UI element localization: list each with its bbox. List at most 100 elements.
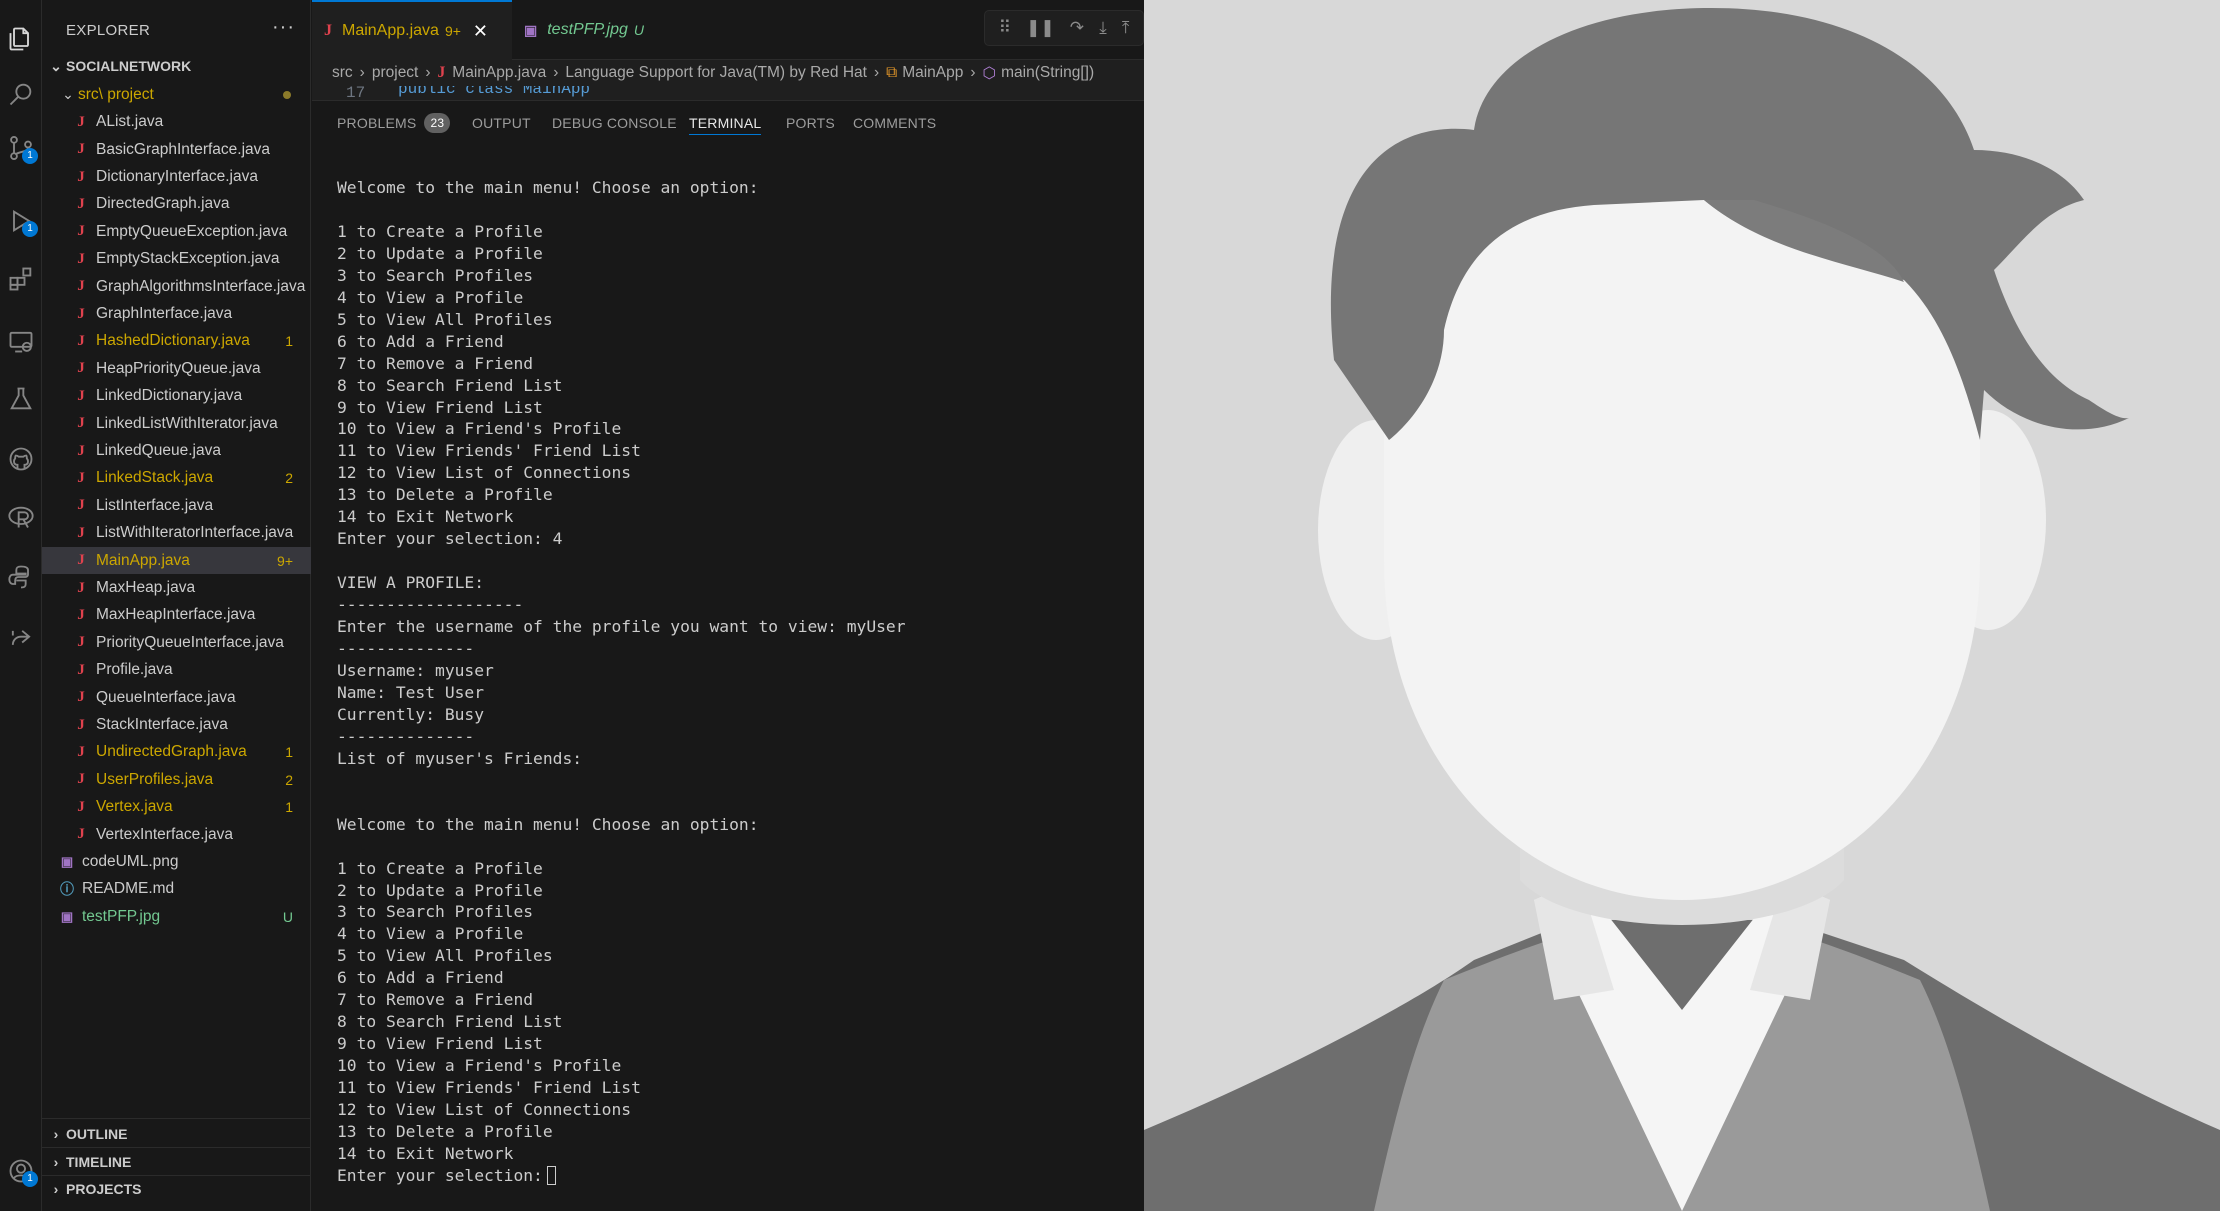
remote-explorer-icon[interactable]	[0, 320, 42, 362]
run-debug-icon[interactable]: 1	[0, 200, 42, 242]
file-item[interactable]: J DictionaryInterface.java	[42, 163, 311, 191]
chevron-right-icon: ›	[425, 64, 431, 81]
file-item[interactable]: J ListWithIteratorInterface.java	[42, 520, 311, 548]
tab-output[interactable]: OUTPUT	[472, 111, 531, 135]
file-item[interactable]: J MainApp.java 9+	[42, 546, 311, 575]
file-item[interactable]: J EmptyStackException.java	[42, 246, 311, 274]
terminal-line: 1 to Create a Profile	[337, 221, 543, 241]
close-icon[interactable]: ✕	[473, 21, 488, 42]
terminal-line: --------------	[337, 726, 475, 746]
r-icon[interactable]	[0, 496, 42, 538]
search-icon[interactable]	[0, 73, 42, 115]
testing-icon[interactable]	[0, 378, 42, 420]
image-preview-testpfp	[1144, 0, 2220, 1211]
file-item[interactable]: J MaxHeap.java	[42, 574, 311, 602]
folder-src-project[interactable]: ⌄ src\ project	[42, 81, 311, 109]
file-item[interactable]: J GraphInterface.java	[42, 300, 311, 328]
file-item[interactable]: J UserProfiles.java 2	[42, 766, 311, 794]
more-actions-icon[interactable]: ···	[272, 16, 295, 39]
tab-mainapp-java[interactable]: J MainApp.java 9+ ✕	[312, 0, 512, 60]
tab-problems[interactable]: PROBLEMS 23	[337, 111, 451, 135]
section-outline[interactable]: › OUTLINE	[42, 1121, 311, 1147]
terminal-prompt-line[interactable]: Enter your selection:	[337, 1165, 1137, 1187]
chevron-right-icon: ›	[359, 64, 365, 81]
folder-label: src\ project	[78, 85, 154, 103]
section-projects[interactable]: › PROJECTS	[42, 1176, 311, 1202]
file-item[interactable]: J Vertex.java 1	[42, 794, 311, 822]
default-avatar-image	[1144, 0, 2220, 1211]
terminal-line: 14 to Exit Network	[337, 507, 514, 527]
step-out-icon[interactable]: ⤒	[1122, 18, 1130, 38]
file-item[interactable]: J LinkedQueue.java	[42, 437, 311, 465]
step-over-icon[interactable]: ↷	[1070, 18, 1084, 38]
file-item[interactable]: J LinkedStack.java 2	[42, 465, 311, 493]
section-label: OUTLINE	[66, 1126, 128, 1142]
file-name: Profile.java	[96, 661, 173, 679]
java-file-icon: J	[77, 360, 85, 377]
breadcrumb-project[interactable]: project	[372, 64, 419, 82]
accounts-icon[interactable]: 1	[0, 1150, 42, 1192]
source-control-icon[interactable]: 1	[0, 127, 42, 169]
file-item[interactable]: J ListInterface.java	[42, 492, 311, 520]
tab-git-status: U	[633, 22, 644, 38]
breadcrumb-file[interactable]: MainApp.java	[452, 64, 546, 82]
file-item[interactable]: J HashedDictionary.java 1	[42, 328, 311, 356]
python-icon[interactable]	[0, 556, 42, 598]
file-item[interactable]: J QueueInterface.java	[42, 684, 311, 712]
file-item[interactable]: J EmptyQueueException.java	[42, 218, 311, 246]
file-item[interactable]: ▣ codeUML.png	[42, 848, 311, 876]
terminal-line: 9 to View Friend List	[337, 397, 543, 417]
explorer-icon[interactable]	[0, 18, 42, 60]
java-file-icon: J	[77, 798, 85, 815]
section-label: TIMELINE	[66, 1154, 132, 1170]
file-item[interactable]: J BasicGraphInterface.java	[42, 136, 311, 164]
breadcrumb-method[interactable]: main(String[])	[1001, 64, 1094, 82]
live-share-icon[interactable]	[0, 618, 42, 660]
breadcrumb-src[interactable]: src	[332, 64, 353, 82]
file-item[interactable]: J LinkedListWithIterator.java	[42, 410, 311, 438]
breadcrumb-language[interactable]: Language Support for Java(TM) by Red Hat	[565, 64, 867, 82]
file-item[interactable]: ⓘ README.md	[42, 876, 311, 904]
drag-handle-icon[interactable]: ⠿	[999, 18, 1011, 38]
file-item[interactable]: J GraphAlgorithmsInterface.java	[42, 273, 311, 301]
tab-comments[interactable]: COMMENTS	[853, 111, 936, 135]
file-item[interactable]: ▣ testPFP.jpg U	[42, 903, 311, 931]
file-name: HashedDictionary.java	[96, 332, 250, 350]
explorer-sidebar: EXPLORER ··· ⌄ SOCIALNETWORK ⌄ src\ proj…	[42, 0, 311, 1211]
chevron-down-icon: ⌄	[50, 57, 62, 74]
file-name: QueueInterface.java	[96, 688, 236, 706]
terminal-line: Name: Test User	[337, 682, 485, 702]
file-item[interactable]: J UndirectedGraph.java 1	[42, 739, 311, 767]
code-editor[interactable]: 17 public class MainApp	[312, 86, 1144, 100]
github-icon[interactable]	[0, 438, 42, 480]
file-item[interactable]: J MaxHeapInterface.java	[42, 602, 311, 630]
line-number: 17	[346, 86, 366, 100]
tab-ports[interactable]: PORTS	[786, 111, 835, 135]
file-item[interactable]: J AList.java	[42, 109, 311, 137]
tab-testpfp-jpg[interactable]: ▣ testPFP.jpg U	[512, 0, 672, 60]
file-item[interactable]: J Profile.java	[42, 657, 311, 685]
terminal-cursor	[546, 1165, 556, 1185]
file-item[interactable]: J PriorityQueueInterface.java	[42, 629, 311, 657]
activity-bar: 1 1 1	[0, 0, 42, 1211]
file-item[interactable]: J HeapPriorityQueue.java	[42, 355, 311, 383]
pause-icon[interactable]: ❚❚	[1026, 18, 1055, 38]
section-timeline[interactable]: › TIMELINE	[42, 1149, 311, 1175]
file-item[interactable]: J StackInterface.java	[42, 711, 311, 739]
tab-terminal[interactable]: TERMINAL	[689, 111, 762, 135]
terminal-line: 7 to Remove a Friend	[337, 990, 534, 1010]
step-into-icon[interactable]: ⤓	[1099, 18, 1107, 38]
extensions-icon[interactable]	[0, 258, 42, 300]
source-control-badge: 1	[22, 148, 38, 164]
breadcrumb-class[interactable]: MainApp	[902, 64, 963, 82]
tab-debug-console[interactable]: DEBUG CONSOLE	[552, 111, 677, 135]
java-file-icon: J	[437, 64, 446, 81]
file-item[interactable]: J VertexInterface.java	[42, 821, 311, 849]
file-item[interactable]: J LinkedDictionary.java	[42, 383, 311, 411]
workspace-header[interactable]: ⌄ SOCIALNETWORK	[42, 53, 311, 79]
sidebar-title: EXPLORER	[66, 21, 151, 39]
terminal-output[interactable]: Welcome to the main menu! Choose an opti…	[337, 177, 1137, 1207]
file-item[interactable]: J DirectedGraph.java	[42, 191, 311, 219]
terminal-line: 11 to View Friends' Friend List	[337, 1078, 641, 1098]
